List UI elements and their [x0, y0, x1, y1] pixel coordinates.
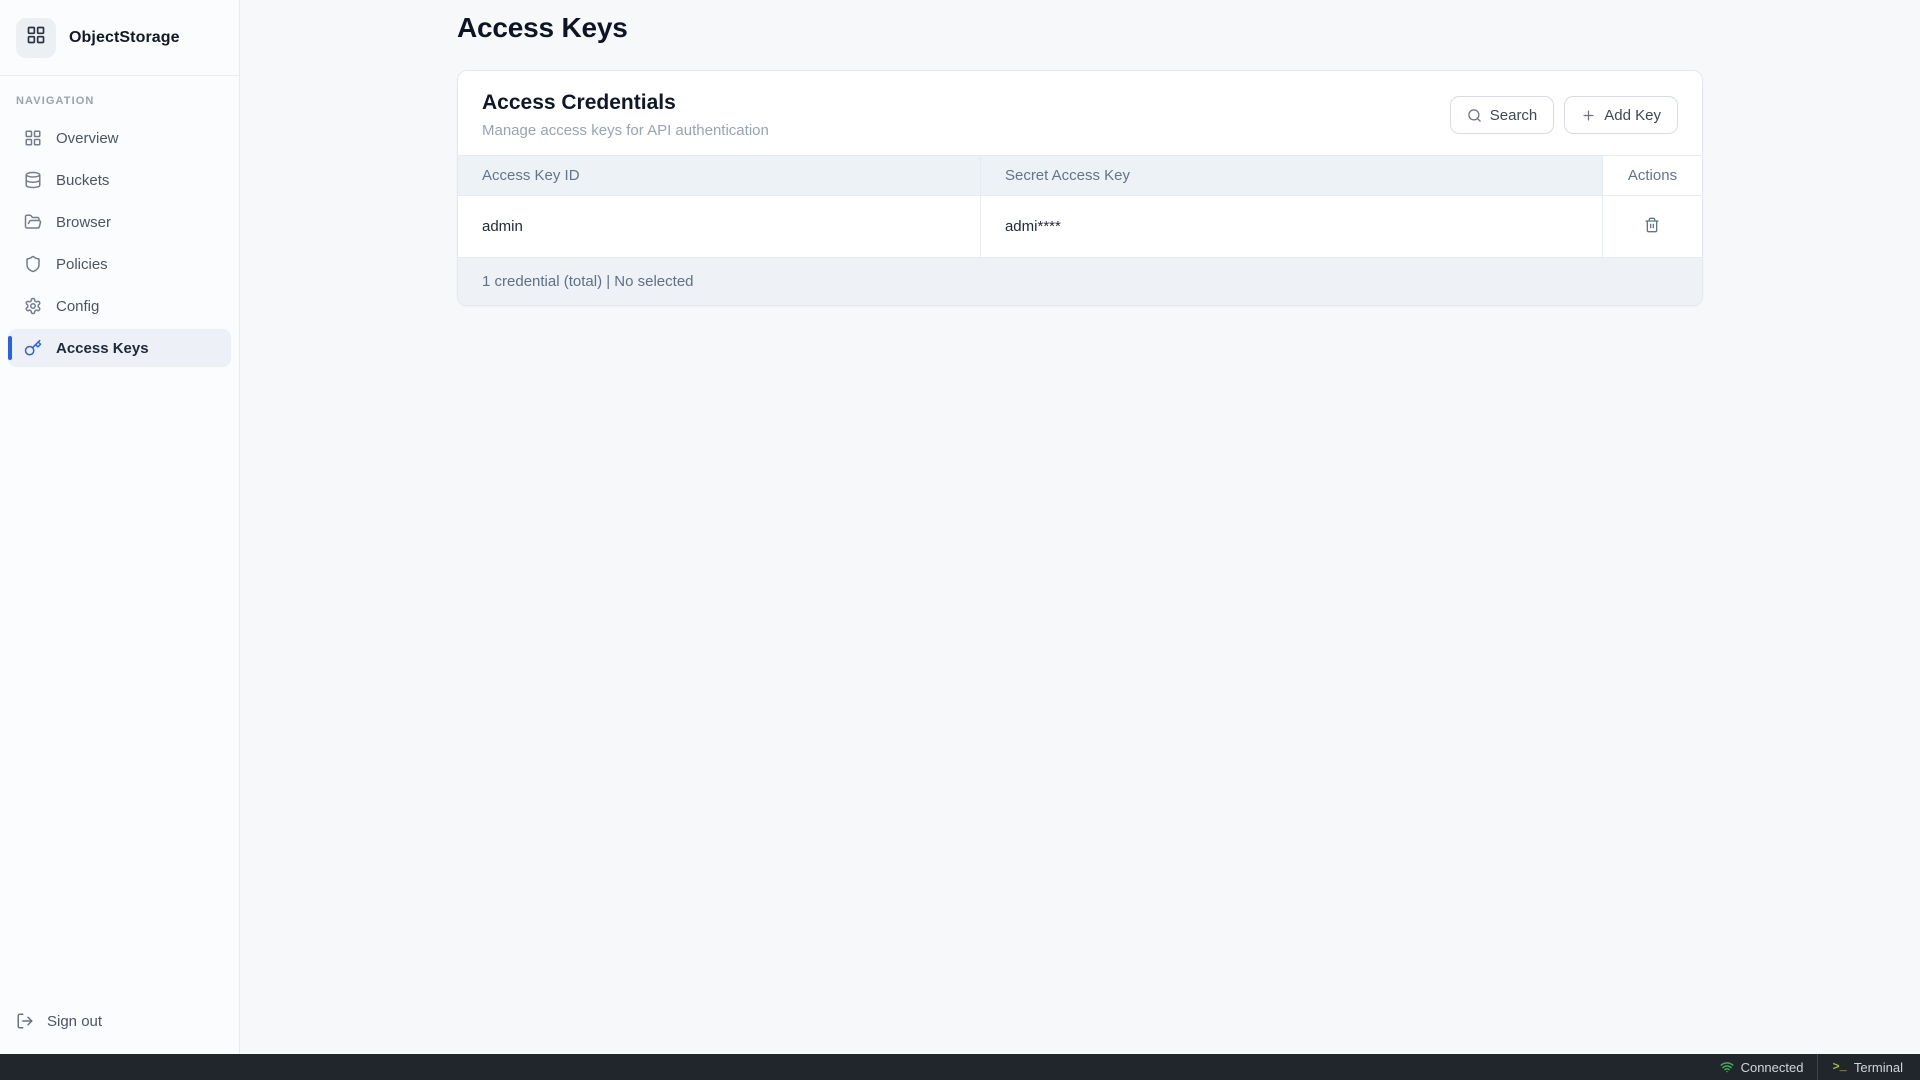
- connection-status-label: Connected: [1741, 1060, 1804, 1075]
- sidebar-header: ObjectStorage: [0, 0, 239, 76]
- plus-icon: [1581, 108, 1596, 123]
- status-bar: Connected >_ Terminal: [0, 1054, 1920, 1080]
- gear-icon: [24, 297, 42, 315]
- column-header-access-key-id: Access Key ID: [458, 156, 980, 196]
- actions-cell: [1602, 196, 1702, 258]
- sidebar-item-browser[interactable]: Browser: [8, 203, 231, 241]
- secret-access-key-cell: admi****: [980, 196, 1602, 258]
- app-root: ObjectStorage NAVIGATION Overview Bucket…: [0, 0, 1920, 1054]
- database-icon: [24, 171, 42, 189]
- add-key-button[interactable]: Add Key: [1564, 96, 1678, 134]
- folder-open-icon: [24, 213, 42, 231]
- card-heading-group: Access Credentials Manage access keys fo…: [482, 91, 769, 139]
- connection-status: Connected: [1706, 1054, 1818, 1080]
- card-title: Access Credentials: [482, 91, 769, 115]
- terminal-prompt-icon: >_: [1832, 1060, 1846, 1074]
- logout-icon: [16, 1012, 34, 1030]
- sidebar-nav: Overview Buckets Browser Policies: [0, 117, 239, 369]
- search-button-label: Search: [1490, 107, 1538, 124]
- page-title: Access Keys: [457, 12, 1703, 44]
- card-actions: Search Add Key: [1450, 96, 1678, 134]
- sidebar-item-buckets[interactable]: Buckets: [8, 161, 231, 199]
- nav-section-label: NAVIGATION: [16, 95, 223, 107]
- table-footer-status: 1 credential (total) | No selected: [458, 258, 1702, 305]
- sidebar-item-overview[interactable]: Overview: [8, 119, 231, 157]
- column-header-secret-access-key: Secret Access Key: [980, 156, 1602, 196]
- sign-out-button[interactable]: Sign out: [0, 994, 239, 1054]
- sidebar-item-label: Buckets: [56, 172, 109, 189]
- card-header: Access Credentials Manage access keys fo…: [458, 71, 1702, 155]
- app-logo: [16, 18, 56, 58]
- shield-icon: [24, 255, 42, 273]
- sidebar-item-label: Overview: [56, 130, 119, 147]
- search-button[interactable]: Search: [1450, 96, 1555, 134]
- sidebar-item-policies[interactable]: Policies: [8, 245, 231, 283]
- grid-icon: [24, 129, 42, 147]
- sidebar-item-label: Policies: [56, 256, 108, 273]
- table-row[interactable]: admin admi****: [458, 196, 1702, 258]
- app-title: ObjectStorage: [69, 29, 180, 47]
- terminal-button[interactable]: >_ Terminal: [1817, 1054, 1920, 1080]
- access-key-id-cell: admin: [458, 196, 980, 258]
- terminal-label: Terminal: [1854, 1060, 1903, 1075]
- wifi-icon: [1720, 1060, 1734, 1074]
- sidebar-item-access-keys[interactable]: Access Keys: [8, 329, 231, 367]
- sidebar-item-label: Access Keys: [56, 340, 149, 357]
- access-credentials-card: Access Credentials Manage access keys fo…: [457, 70, 1703, 306]
- sidebar-item-config[interactable]: Config: [8, 287, 231, 325]
- access-keys-table: Access Key ID Secret Access Key Actions …: [458, 155, 1702, 258]
- delete-key-button[interactable]: [1638, 211, 1666, 242]
- grid-icon: [26, 25, 46, 50]
- card-subtitle: Manage access keys for API authenticatio…: [482, 122, 769, 139]
- sidebar-item-label: Browser: [56, 214, 111, 231]
- sidebar-item-label: Config: [56, 298, 99, 315]
- sidebar: ObjectStorage NAVIGATION Overview Bucket…: [0, 0, 240, 1054]
- table-header-row: Access Key ID Secret Access Key Actions: [458, 156, 1702, 196]
- column-header-actions: Actions: [1602, 156, 1702, 196]
- key-icon: [24, 339, 42, 357]
- sign-out-label: Sign out: [47, 1013, 102, 1030]
- add-key-button-label: Add Key: [1604, 107, 1661, 124]
- search-icon: [1467, 108, 1482, 123]
- trash-icon: [1644, 217, 1660, 236]
- main-content: Access Keys Access Credentials Manage ac…: [240, 0, 1920, 1054]
